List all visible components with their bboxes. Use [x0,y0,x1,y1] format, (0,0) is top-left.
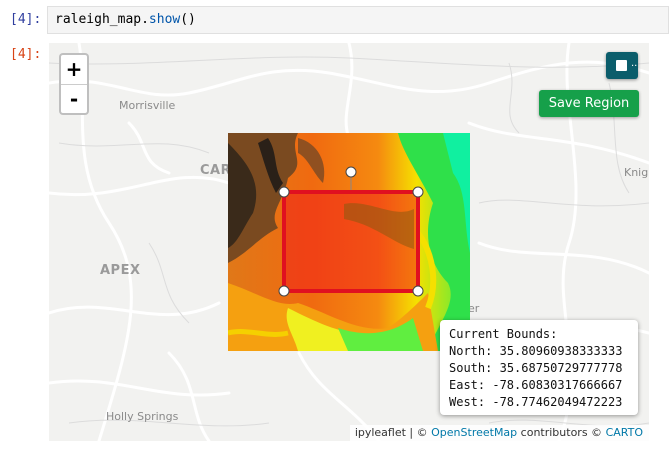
selection-rectangle[interactable] [274,164,424,299]
attribution-middle: contributors © [517,426,606,439]
attribution-prefix: ipyleaflet | © [354,426,432,439]
resize-handle-bottom-left[interactable] [278,285,290,297]
code-object: raleigh_map. [55,12,149,27]
bounds-south: South: 35.68750729777778 [449,361,623,375]
place-label-morrisville: Morrisville [119,99,176,112]
openstreetmap-link[interactable]: OpenStreetMap [431,426,517,439]
more-dots: .. [631,58,638,69]
draw-rectangle-button[interactable]: .. [606,52,638,79]
bounds-title: Current Bounds: [449,327,558,341]
place-label-holly-springs: Holly Springs [106,410,179,423]
code-method: show [148,12,181,27]
square-icon [616,60,627,71]
code-args: () [180,12,196,27]
place-label-cary: CAR [200,163,232,178]
input-prompt: [4]: [10,12,42,27]
code-cell-input[interactable]: raleigh_map.show() [47,6,669,34]
rotate-handle[interactable] [345,166,357,178]
map-attribution: ipyleaflet | © OpenStreetMap contributor… [349,425,649,441]
resize-handle-top-left[interactable] [278,186,290,198]
bounds-east: East: -78.60830317666667 [449,378,623,392]
zoom-control: + - [59,53,89,115]
current-bounds-panel: Current Bounds: North: 35.80960938333333… [440,320,638,415]
bounds-north: North: 35.80960938333333 [449,344,623,358]
zoom-out-button[interactable]: - [61,85,87,114]
resize-handle-bottom-right[interactable] [412,285,424,297]
save-region-button[interactable]: Save Region [539,90,639,117]
map-view[interactable]: Morrisville CAR APEX Knig er Holly Sprin… [49,43,649,441]
resize-handle-top-right[interactable] [412,186,424,198]
place-label-knightdale: Knig [624,166,649,179]
bounds-west: West: -78.77462049472223 [449,395,623,409]
place-label-apex: APEX [100,263,141,278]
carto-link[interactable]: CARTO [606,426,643,439]
code-line: raleigh_map.show() [55,12,196,27]
output-prompt: [4]: [10,47,42,62]
zoom-in-button[interactable]: + [61,55,87,85]
